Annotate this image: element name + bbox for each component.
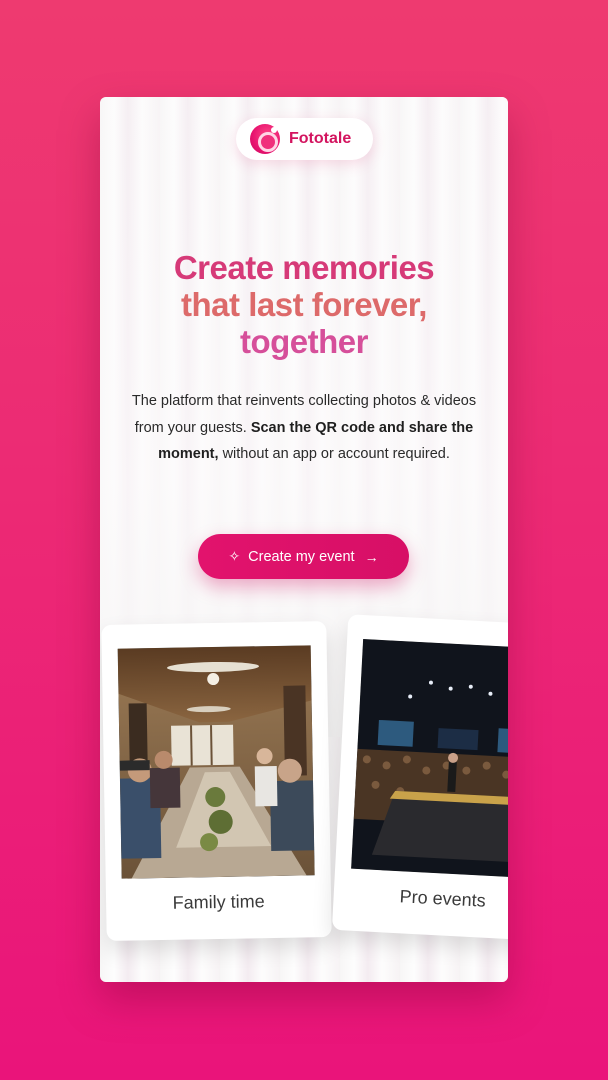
headline-line-3: together bbox=[240, 323, 369, 360]
create-event-label: Create my event bbox=[248, 548, 355, 565]
card-family-time[interactable]: Family time bbox=[101, 621, 332, 941]
headline-line-2: that last forever, bbox=[181, 286, 427, 323]
card-label-family-time: Family time bbox=[172, 891, 265, 913]
phone-frame: Fototale Create memories that last forev… bbox=[100, 97, 508, 982]
hero-description: The platform that reinvents collecting p… bbox=[124, 388, 484, 468]
card-label-pro-events: Pro events bbox=[399, 886, 487, 911]
description-text-end: without an app or account required. bbox=[222, 446, 450, 462]
family-dinner-photo bbox=[117, 645, 315, 879]
card-pro-events[interactable]: Pro events bbox=[331, 614, 508, 942]
create-event-button[interactable]: ✧ Create my event → bbox=[198, 534, 409, 579]
headline-line-1: Create memories bbox=[173, 249, 435, 286]
camera-lens-icon bbox=[250, 124, 280, 154]
brand-logo[interactable]: Fototale bbox=[236, 118, 373, 160]
pro-event-photo bbox=[351, 639, 508, 880]
sparkle-icon: ✧ bbox=[228, 548, 241, 564]
brand-name: Fototale bbox=[289, 130, 352, 147]
hero-headline: Create memories that last forever, toget… bbox=[100, 249, 508, 360]
arrow-right-icon: → bbox=[364, 548, 379, 565]
